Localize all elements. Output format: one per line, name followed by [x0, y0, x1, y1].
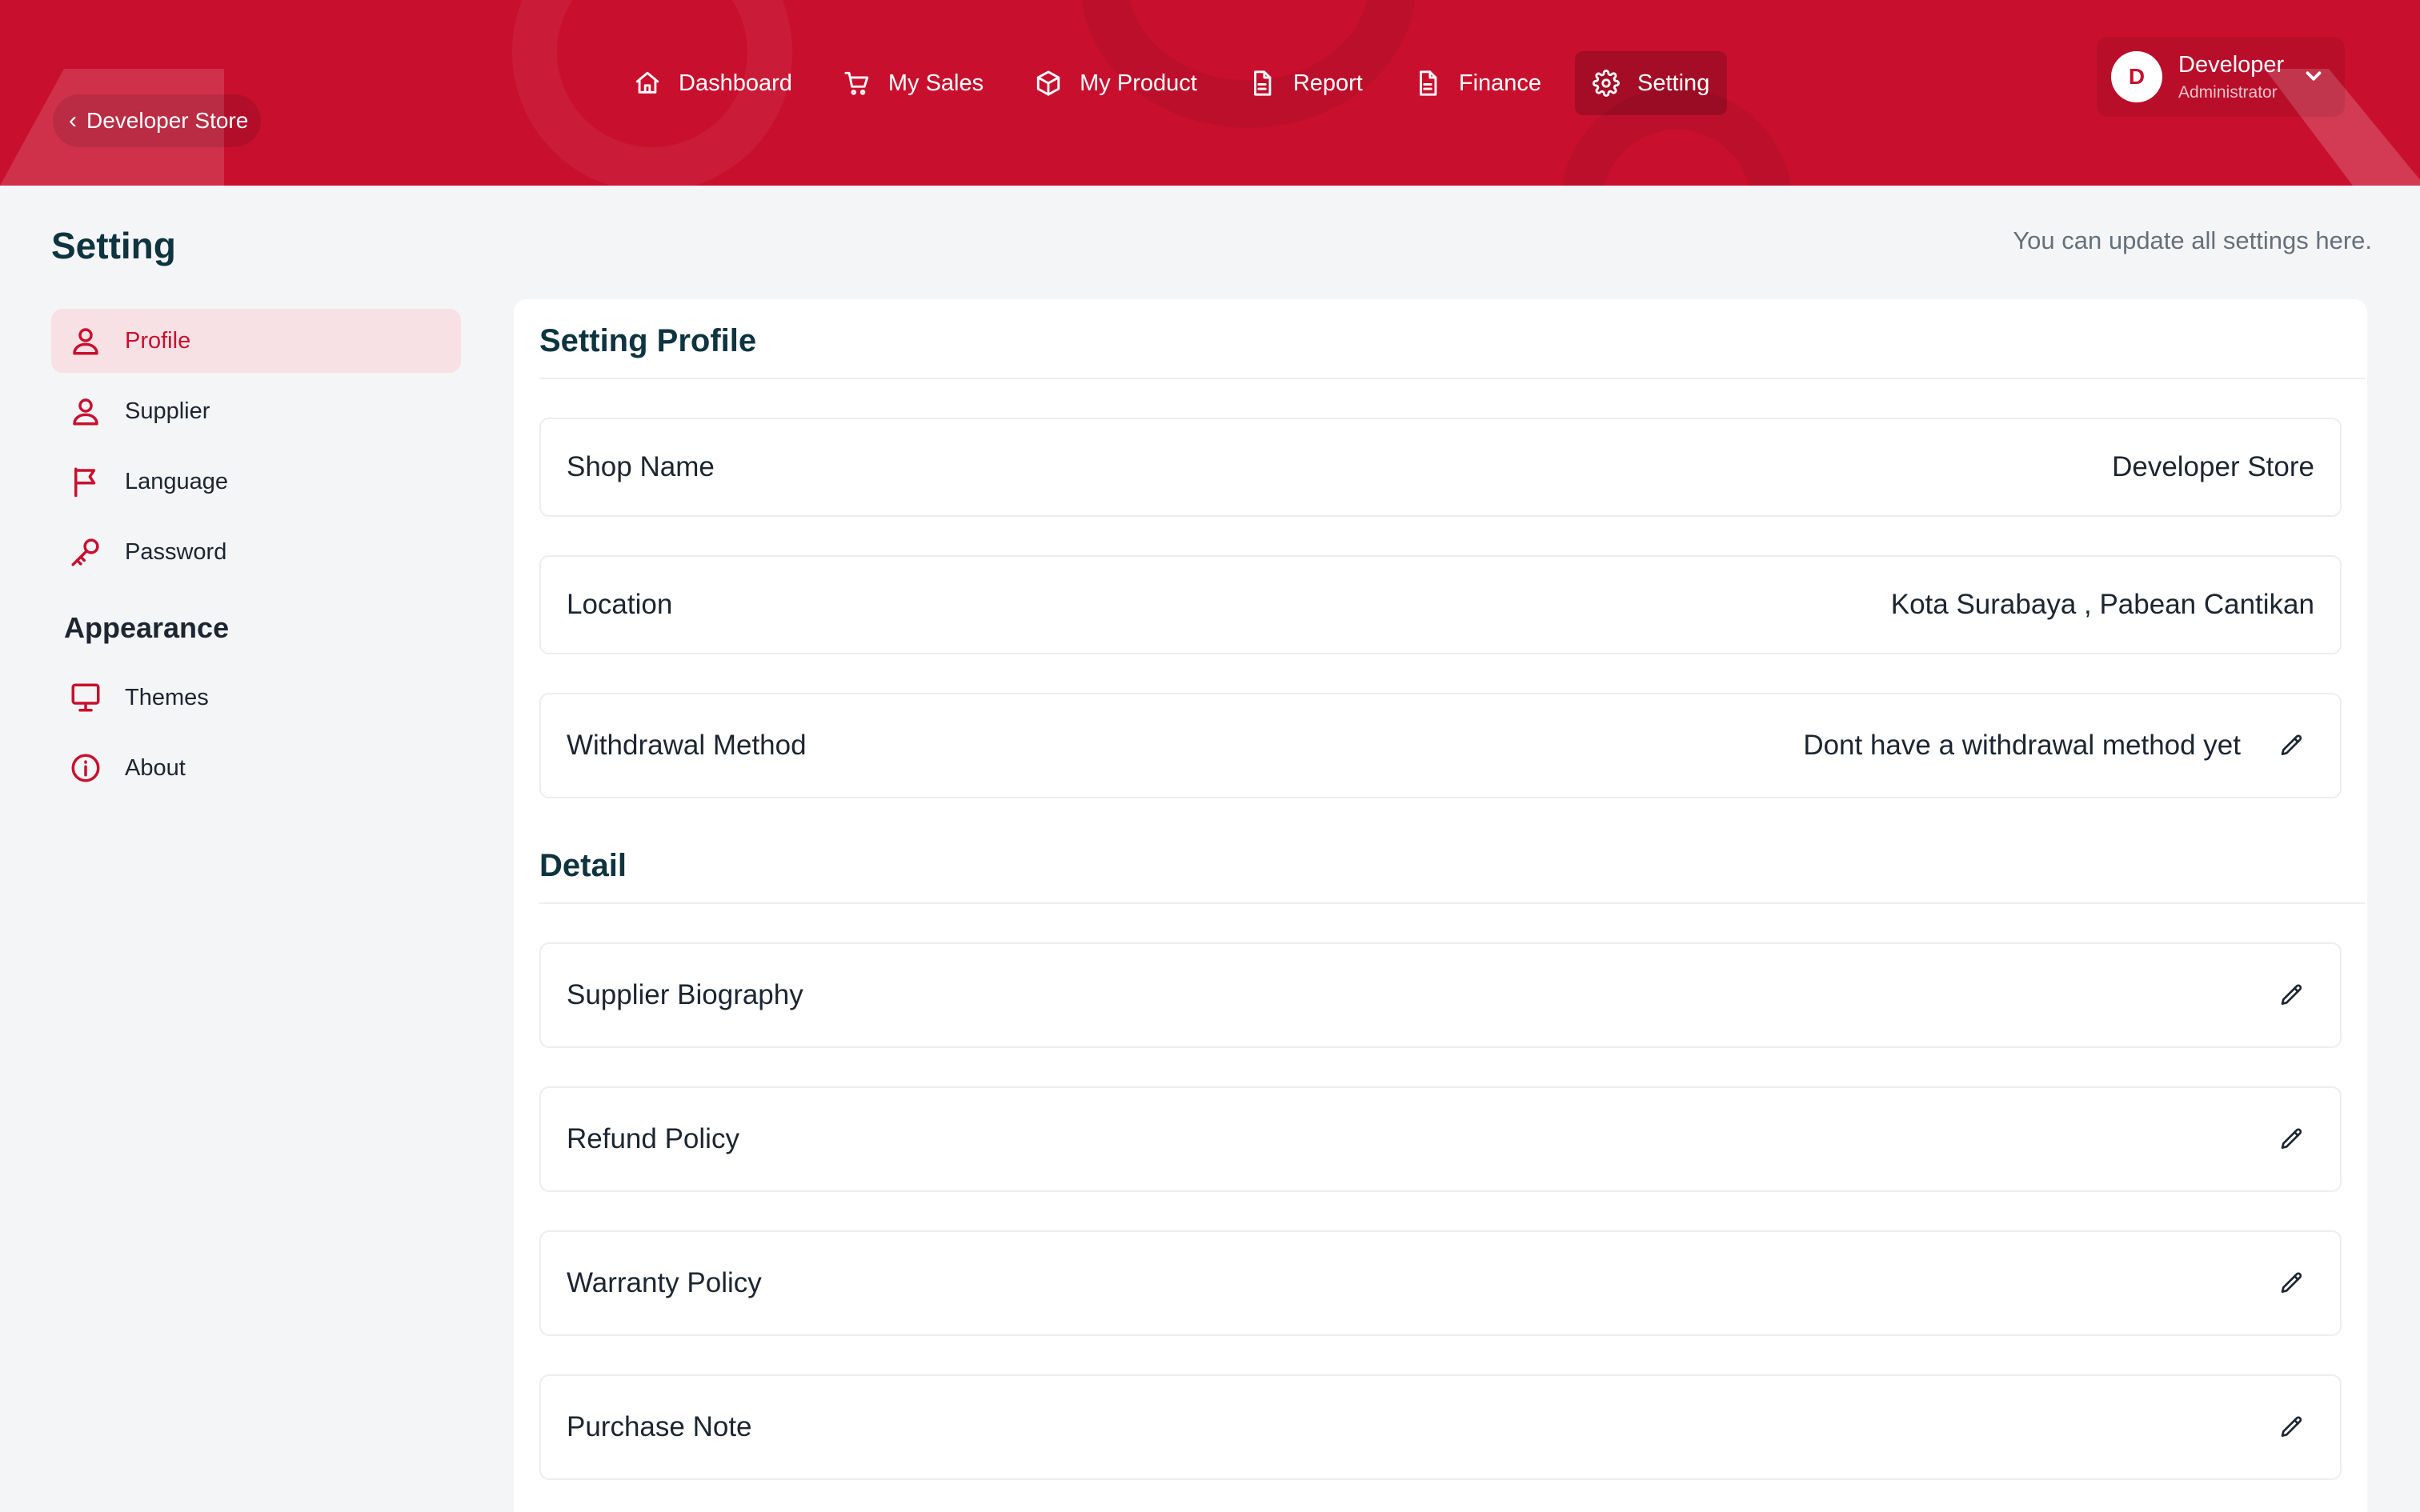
field-row-shop-name: Shop Name Developer Store	[539, 418, 2342, 517]
pencil-icon	[2281, 734, 2302, 755]
edit-withdrawal-button[interactable]	[2270, 723, 2314, 768]
section-title-detail: Detail	[539, 848, 627, 883]
field-row-refund-policy: Refund Policy	[539, 1086, 2342, 1192]
nav-my-sales[interactable]: My Sales	[826, 51, 1001, 115]
divider	[539, 378, 2366, 379]
store-link-label: Developer Store	[86, 108, 249, 133]
document-icon	[1253, 70, 1272, 96]
sidebar-item-label: Profile	[125, 327, 191, 354]
gear-icon	[1593, 70, 1620, 97]
sidebar-item-supplier[interactable]: Supplier	[51, 379, 461, 443]
edit-refund-policy-button[interactable]	[2270, 1117, 2314, 1162]
avatar: D	[2111, 51, 2162, 102]
sidebar-item-label: About	[125, 754, 186, 781]
user-name: Developer	[2178, 51, 2285, 78]
nav-report[interactable]: Report	[1231, 51, 1380, 115]
sidebar-item-profile[interactable]: Profile	[51, 309, 461, 373]
chevron-left-icon: ‹	[69, 107, 77, 134]
sidebar-item-password[interactable]: Password	[51, 520, 461, 584]
nav-setting[interactable]: Setting	[1575, 51, 1728, 115]
box-icon	[1036, 70, 1060, 96]
field-row-purchase-note: Purchase Note	[539, 1374, 2342, 1480]
pencil-icon	[2281, 1272, 2302, 1293]
divider	[539, 902, 2366, 904]
field-row-supplier-biography: Supplier Biography	[539, 942, 2342, 1048]
edit-supplier-biography-button[interactable]	[2270, 973, 2314, 1018]
field-label: Shop Name	[567, 451, 715, 482]
field-row-withdrawal-method: Withdrawal Method Dont have a withdrawal…	[539, 693, 2342, 798]
field-value: Dont have a withdrawal method yet	[1803, 730, 2241, 761]
nav-my-product[interactable]: My Product	[1017, 51, 1215, 115]
field-value: Kota Surabaya , Pabean Cantikan	[1890, 589, 2314, 620]
sidebar-item-label: Supplier	[125, 398, 210, 424]
user-role: Administrator	[2178, 82, 2278, 102]
nav-dashboard[interactable]: Dashboard	[616, 51, 810, 115]
flag-icon	[74, 467, 96, 498]
pencil-icon	[2281, 1416, 2302, 1437]
nav-finance[interactable]: Finance	[1396, 51, 1559, 115]
cart-icon	[844, 71, 869, 95]
user-menu[interactable]: D Developer Administrator	[2097, 37, 2345, 117]
sidebar-item-themes[interactable]: Themes	[51, 666, 461, 730]
field-label: Location	[567, 589, 673, 620]
top-header: ‹ Developer Store Dashboard My Sales My …	[0, 0, 2420, 186]
nav-label: Setting	[1637, 70, 1710, 96]
main-nav: Dashboard My Sales My Product Report Fin…	[616, 51, 1728, 115]
settings-panel: Setting Profile Shop Name Developer Stor…	[514, 299, 2367, 1512]
sidebar-item-label: Password	[125, 538, 227, 565]
field-label: Warranty Policy	[567, 1267, 762, 1298]
info-icon	[71, 754, 100, 782]
field-value: Developer Store	[2112, 451, 2314, 482]
user-icon	[73, 398, 98, 426]
page-title: Setting	[51, 225, 176, 266]
field-row-warranty-policy: Warranty Policy	[539, 1230, 2342, 1336]
field-label: Refund Policy	[567, 1123, 739, 1154]
field-label: Withdrawal Method	[567, 730, 807, 761]
document-icon	[1419, 70, 1437, 96]
pencil-icon	[2281, 1128, 2302, 1149]
page-subtitle: You can update all settings here.	[2013, 226, 2372, 254]
field-label: Purchase Note	[567, 1411, 752, 1442]
edit-warranty-policy-button[interactable]	[2270, 1261, 2314, 1306]
sidebar-item-about[interactable]: About	[51, 736, 461, 800]
nav-label: Dashboard	[679, 70, 792, 96]
nav-label: Finance	[1458, 70, 1542, 96]
key-icon	[71, 538, 99, 566]
store-back-link[interactable]: ‹ Developer Store	[53, 94, 262, 147]
nav-label: My Sales	[887, 70, 984, 96]
pencil-icon	[2281, 984, 2302, 1005]
nav-label: My Product	[1080, 70, 1197, 96]
field-label: Supplier Biography	[567, 979, 803, 1010]
nav-label: Report	[1292, 70, 1363, 96]
chevron-down-icon	[2306, 71, 2322, 81]
edit-purchase-note-button[interactable]	[2270, 1405, 2314, 1450]
section-title-profile: Setting Profile	[539, 323, 757, 358]
home-icon	[635, 71, 659, 94]
sidebar-item-language[interactable]: Language	[51, 450, 461, 514]
sidebar-item-label: Language	[125, 468, 229, 494]
field-row-location: Location Kota Surabaya , Pabean Cantikan	[539, 555, 2342, 654]
sidebar-item-label: Themes	[125, 684, 209, 710]
user-icon	[73, 328, 98, 355]
sidebar-section-appearance: Appearance	[64, 611, 230, 644]
monitor-icon	[71, 683, 100, 712]
settings-sidebar: Profile Supplier Language Password Appea…	[51, 309, 461, 806]
